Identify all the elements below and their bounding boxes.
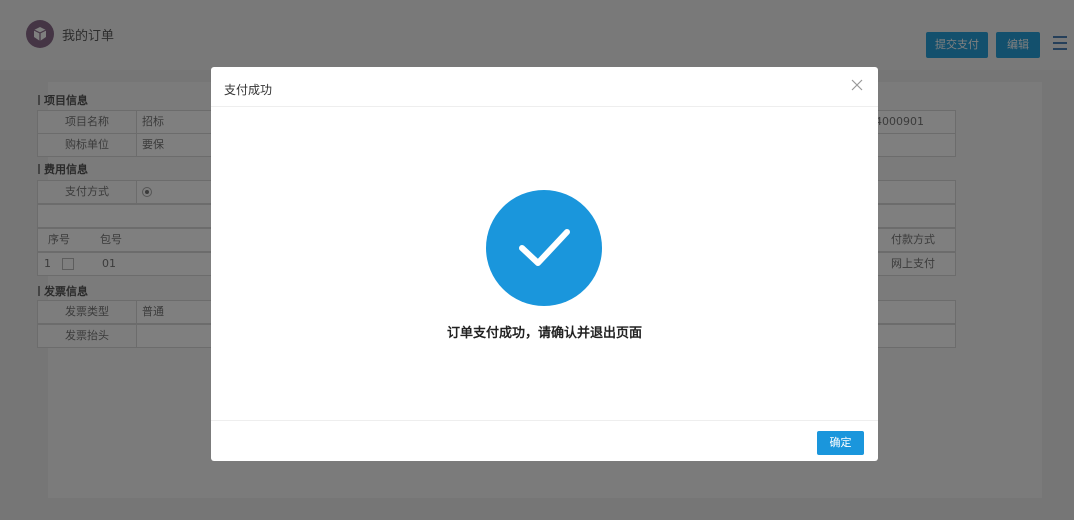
dialog-header: 支付成功 xyxy=(211,67,878,107)
close-icon[interactable] xyxy=(850,78,864,92)
success-message: 订单支付成功，请确认并退出页面 xyxy=(446,326,642,341)
confirm-button[interactable]: 确定 xyxy=(817,431,864,455)
payment-success-dialog: 支付成功 订单支付成功，请确认并退出页面 确定 xyxy=(211,67,878,461)
dialog-title: 支付成功 xyxy=(224,83,273,97)
check-circle-icon xyxy=(486,190,602,306)
dialog-footer: 确定 xyxy=(211,420,878,461)
